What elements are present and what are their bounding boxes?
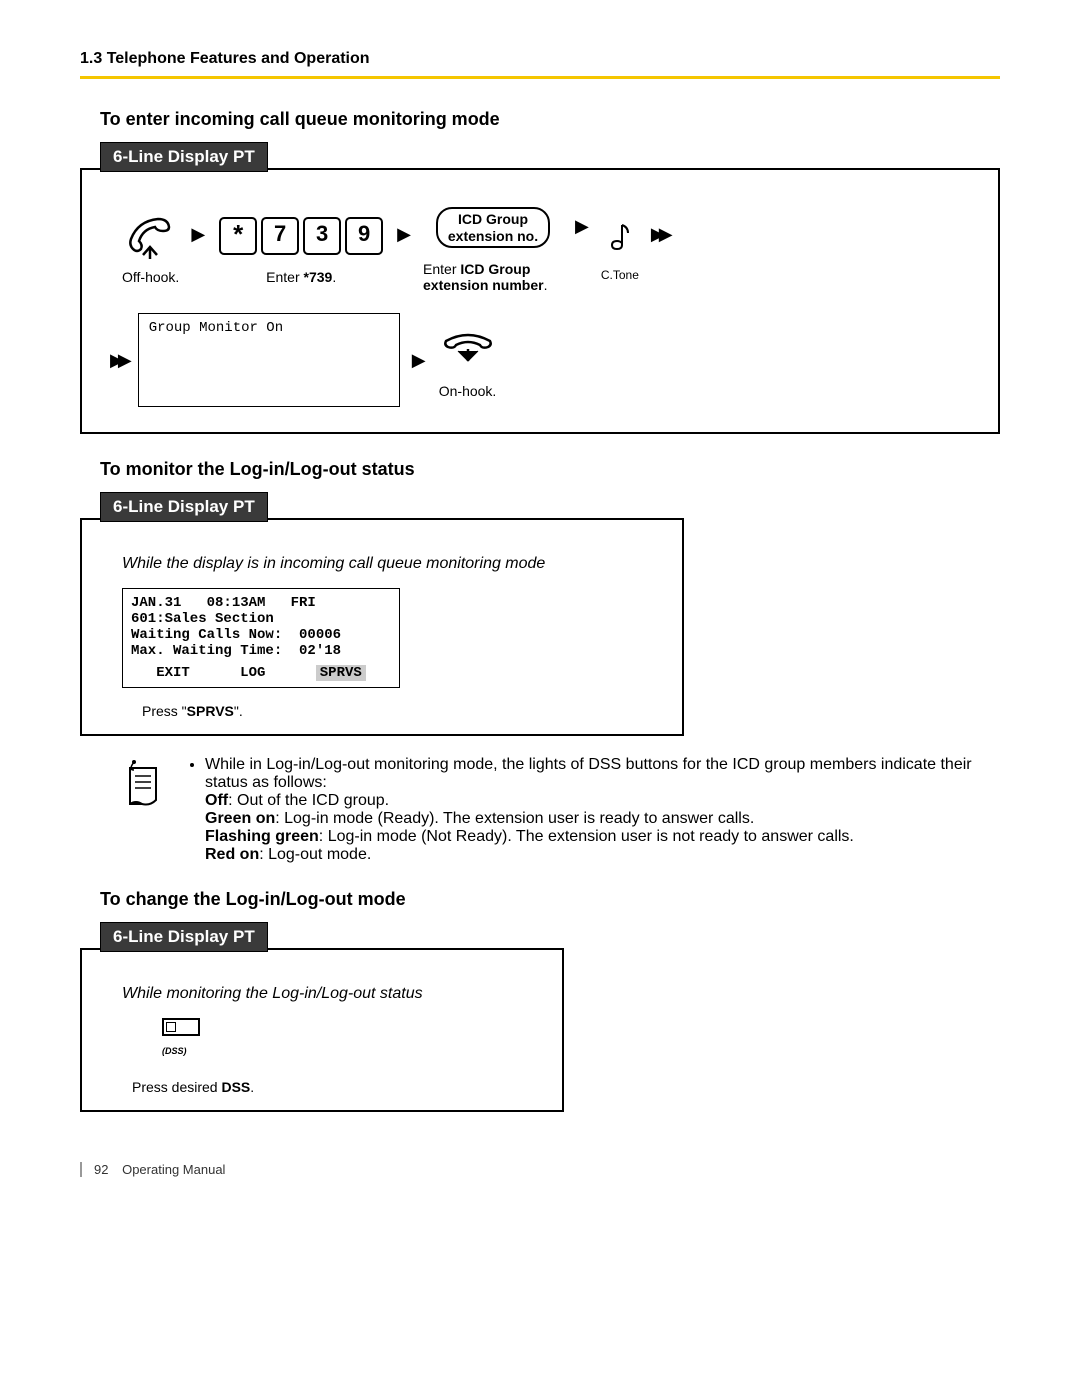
arrow-icon: ▶ xyxy=(404,350,434,371)
dss-button-icon xyxy=(162,1018,200,1036)
note-icon xyxy=(120,756,165,811)
step-onhook: On-hook. xyxy=(438,322,498,399)
arrow-icon: ▶ xyxy=(183,224,213,245)
step-ctone: C.Tone xyxy=(601,211,639,282)
double-arrow-icon: ▶▶ xyxy=(643,224,675,245)
section1-tab: 6-Line Display PT xyxy=(100,142,268,172)
step-offhook: Off-hook. xyxy=(122,208,179,285)
keys-caption: Enter *739. xyxy=(266,269,336,285)
section3-tab: 6-Line Display PT xyxy=(100,922,268,952)
section1-title: To enter incoming call queue monitoring … xyxy=(100,109,1000,130)
header-rule xyxy=(80,76,1000,79)
onhook-icon xyxy=(438,322,498,377)
lcd-display-large: JAN.31 08:13AM FRI 601:Sales Section Wai… xyxy=(122,588,400,688)
key-star: * xyxy=(219,217,257,255)
section2-note: While the display is in incoming call qu… xyxy=(122,555,662,573)
onhook-caption: On-hook. xyxy=(439,383,497,399)
press-dss: Press desired DSS. xyxy=(132,1079,542,1095)
step-keys: * 7 3 9 Enter *739. xyxy=(217,208,385,285)
step-lcd: Group Monitor On xyxy=(138,313,400,407)
softkey-exit: EXIT xyxy=(156,665,190,681)
page-footer: 92 Operating Manual xyxy=(80,1162,1000,1177)
section1-box: Off-hook. ▶ * 7 3 9 Enter *739. ▶ xyxy=(80,168,1000,434)
icd-caption: Enter ICD Group extension number. xyxy=(423,261,563,293)
arrow-icon: ▶ xyxy=(567,216,597,237)
page-header: 1.3 Telephone Features and Operation xyxy=(80,50,1000,68)
dss-label: (DSS) xyxy=(162,1046,187,1056)
key-7: 7 xyxy=(261,217,299,255)
softkey-sprvs: SPRVS xyxy=(316,665,366,681)
icd-box: ICD Group extension no. xyxy=(436,207,550,249)
section2-title: To monitor the Log-in/Log-out status xyxy=(100,459,1000,480)
note-text: While in Log-in/Log-out monitoring mode,… xyxy=(185,756,980,864)
section3-box: While monitoring the Log-in/Log-out stat… xyxy=(80,948,564,1112)
section3-note: While monitoring the Log-in/Log-out stat… xyxy=(122,985,542,1003)
key-3: 3 xyxy=(303,217,341,255)
offhook-icon xyxy=(123,208,178,263)
section2-box: While the display is in incoming call qu… xyxy=(80,518,684,736)
lcd-display: Group Monitor On xyxy=(138,313,400,407)
ctone-caption: C.Tone xyxy=(601,268,639,282)
ctone-icon xyxy=(604,211,636,266)
step-icd: ICD Group extension no. Enter ICD Group … xyxy=(423,200,563,293)
offhook-caption: Off-hook. xyxy=(122,269,179,285)
arrow-icon: ▶ xyxy=(389,224,419,245)
double-arrow-icon: ▶▶ xyxy=(102,350,134,371)
section2-tab: 6-Line Display PT xyxy=(100,492,268,522)
press-sprvs: Press "SPRVS". xyxy=(142,703,662,719)
softkey-log: LOG xyxy=(240,665,265,681)
section3-title: To change the Log-in/Log-out mode xyxy=(100,889,1000,910)
key-9: 9 xyxy=(345,217,383,255)
